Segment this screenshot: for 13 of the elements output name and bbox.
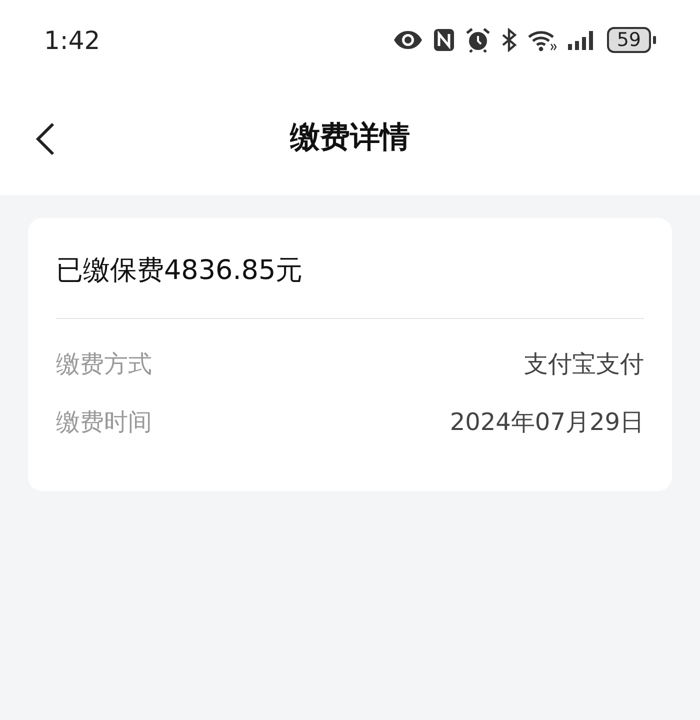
battery-level: 59 [606,27,651,53]
alarm-icon [464,27,491,53]
detail-value: 支付宝支付 [524,349,644,380]
paid-amount: 已缴保费4836.85元 [56,254,304,288]
status-time: 1:42 [44,26,100,54]
wifi-icon [526,28,557,52]
detail-value: 2024年07月29日 [450,407,644,438]
page-title: 缴费详情 [290,119,410,157]
bluetooth-icon [500,28,517,52]
eye-icon [392,30,423,50]
nfc-icon [432,28,455,52]
detail-label: 缴费方式 [56,349,152,380]
detail-label: 缴费时间 [56,407,152,438]
